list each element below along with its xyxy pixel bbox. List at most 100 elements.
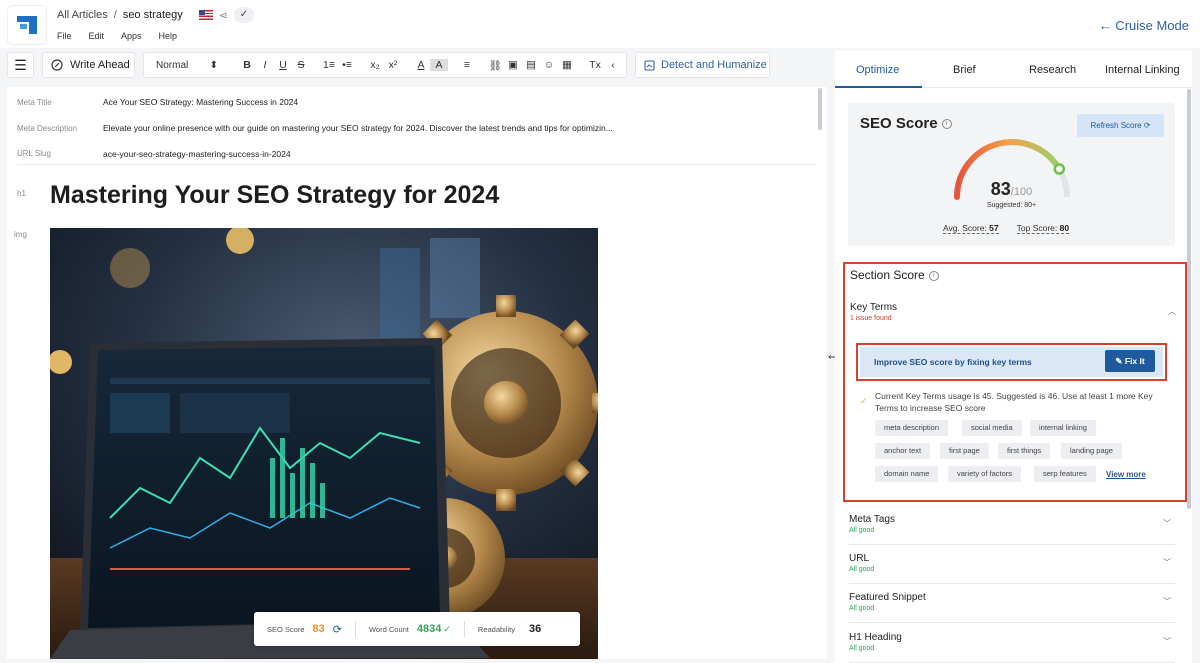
url-slug-field[interactable]: ace-your-seo-strategy-mastering-success-… — [103, 149, 291, 159]
accordion-status: All good — [849, 527, 875, 534]
meta-divider — [17, 164, 817, 165]
top-score-value: 80 — [1059, 223, 1070, 233]
top-score: Top Score: 80 — [1016, 223, 1070, 234]
bullet-list-icon[interactable]: •≡ — [338, 59, 356, 71]
accordion-status: All good — [849, 605, 875, 612]
table-icon[interactable]: ▦ — [558, 59, 576, 71]
key-term-chip[interactable]: first page — [940, 443, 989, 459]
select-arrow-icon: ⬍ — [209, 59, 218, 71]
breadcrumb-all-articles[interactable]: All Articles — [57, 9, 108, 21]
tab-research[interactable]: Research — [1029, 64, 1076, 76]
key-term-chip[interactable]: serp features — [1034, 466, 1096, 482]
key-terms-usage-text: Current Key Terms usage is 45. Suggested… — [875, 391, 1153, 413]
seo-score-heading: SEO Score — [860, 115, 938, 132]
menu-apps[interactable]: Apps — [121, 31, 142, 41]
chevron-down-icon[interactable]: ﹀ — [1163, 636, 1171, 647]
image-icon[interactable]: ▣ — [504, 59, 522, 71]
key-term-chip[interactable]: domain name — [875, 466, 939, 482]
img-block-tag: img — [14, 230, 27, 239]
seo-score-value: 83 — [312, 623, 325, 635]
menu-help[interactable]: Help — [159, 31, 178, 41]
check-icon[interactable]: ✓ — [233, 7, 254, 23]
key-term-chip[interactable]: meta description — [875, 420, 949, 436]
write-ahead-button[interactable]: Write Ahead — [42, 52, 135, 78]
info-icon[interactable]: i — [928, 270, 939, 281]
suggested-score: Suggested: 80+ — [986, 202, 1037, 209]
share-icon[interactable]: ⋖ — [219, 9, 228, 22]
meta-title-field[interactable]: Ace Your SEO Strategy: Mastering Success… — [103, 97, 298, 107]
collapse-icon[interactable]: ‹ — [604, 59, 622, 71]
editor-canvas[interactable]: Meta Title Ace Your SEO Strategy: Master… — [7, 87, 827, 659]
key-term-chip[interactable]: variety of factors — [948, 466, 1022, 482]
accordion-featured-snippet[interactable]: Featured Snippet All good ﹀ — [849, 584, 1175, 623]
accordion-title: Featured Snippet — [849, 592, 926, 603]
editor-scrollbar[interactable] — [818, 88, 822, 130]
tab-brief[interactable]: Brief — [953, 64, 976, 76]
pen-icon — [51, 59, 63, 71]
ordered-list-icon[interactable]: 1≡ — [320, 59, 338, 71]
key-term-chip[interactable]: landing page — [1061, 443, 1122, 459]
refresh-icon[interactable]: ⟳ — [333, 623, 342, 636]
avg-score-label: Avg. Score: — [943, 223, 987, 233]
chevron-up-icon[interactable]: ︿ — [1168, 306, 1176, 317]
strikethrough-icon[interactable]: S — [292, 59, 310, 71]
seo-score-card: SEO Score i Refresh Score ⟳ 83/100 Sugges… — [848, 103, 1175, 246]
accordion-meta-tags[interactable]: Meta Tags All good ﹀ — [849, 506, 1175, 545]
detect-label: Detect and Humanize — [661, 59, 767, 71]
underline-icon[interactable]: U — [274, 59, 292, 71]
format-toolbar: Normal ⬍ B I U S 1≡ •≡ x₂ x² A A ≡ ⛓ ▣ ▤… — [143, 52, 627, 78]
block-style-value: Normal — [156, 59, 189, 71]
menu-edit[interactable]: Edit — [89, 31, 105, 41]
view-more-link[interactable]: View more — [1106, 470, 1146, 479]
link-icon[interactable]: ⛓ — [486, 59, 504, 72]
logo-icon — [17, 16, 37, 34]
key-term-chip[interactable]: internal linking — [1030, 420, 1096, 436]
breadcrumb: All Articles / seo strategy ⋖ ✓ — [57, 7, 254, 23]
breadcrumb-separator: / — [113, 9, 117, 21]
hero-image[interactable] — [50, 228, 598, 659]
block-style-select[interactable]: Normal ⬍ — [156, 60, 224, 71]
chevron-down-icon[interactable]: ﹀ — [1163, 557, 1171, 568]
menu-bar: File Edit Apps Help — [57, 31, 177, 41]
tab-optimize[interactable]: Optimize — [856, 64, 899, 76]
info-icon[interactable]: i — [941, 119, 952, 130]
chevron-down-icon[interactable]: ﹀ — [1163, 518, 1171, 529]
accordion-url[interactable]: URL All good ﹀ — [849, 545, 1175, 584]
panel-scrollbar[interactable] — [1187, 89, 1191, 509]
cruise-mode-button[interactable]: ← Cruise Mode — [1099, 18, 1189, 33]
fix-it-button[interactable]: ✎ Fix It — [1105, 350, 1155, 372]
video-icon[interactable]: ▤ — [522, 59, 540, 71]
article-heading[interactable]: Mastering Your SEO Strategy for 2024 — [50, 181, 499, 210]
emoji-icon[interactable]: ☺ — [540, 59, 558, 71]
section-score-title: Section Score i — [850, 268, 939, 282]
accordion-title: Meta Tags — [849, 514, 895, 525]
key-term-chip[interactable]: anchor text — [875, 443, 931, 459]
clear-format-icon[interactable]: Tx — [586, 59, 604, 71]
us-flag-icon[interactable] — [198, 10, 213, 20]
meta-description-field[interactable]: Elevate your online presence with our gu… — [103, 123, 613, 133]
tab-internal-linking[interactable]: Internal Linking — [1105, 64, 1180, 76]
chevron-down-icon[interactable]: ﹀ — [1163, 596, 1171, 607]
seo-score-label: SEO Score — [267, 624, 305, 634]
key-term-chip[interactable]: social media — [962, 420, 1022, 436]
fix-key-terms-text: Improve SEO score by fixing key terms — [874, 357, 1032, 367]
magic-wand-icon: ✎ — [1115, 356, 1125, 366]
italic-icon[interactable]: I — [256, 59, 274, 71]
accordion-title: URL — [849, 553, 870, 564]
detect-humanize-button[interactable]: Detect and Humanize — [635, 52, 770, 78]
highlight-icon[interactable]: A — [430, 59, 448, 71]
subscript-icon[interactable]: x₂ — [366, 59, 384, 71]
outline-button[interactable]: ☰ — [7, 52, 34, 78]
section-score-heading: Section Score — [850, 268, 925, 282]
align-icon[interactable]: ≡ — [458, 59, 476, 71]
text-color-icon[interactable]: A — [412, 59, 430, 71]
accordion-h1-heading[interactable]: H1 Heading All good ﹀ — [849, 624, 1175, 663]
menu-file[interactable]: File — [57, 31, 72, 41]
key-terms-title[interactable]: Key Terms — [850, 302, 897, 313]
readability-stat: Readability 36 — [465, 623, 554, 635]
key-term-chip[interactable]: first things — [998, 443, 1051, 459]
bold-icon[interactable]: B — [238, 59, 256, 71]
refresh-score-button[interactable]: Refresh Score ⟳ — [1077, 114, 1164, 137]
superscript-icon[interactable]: x² — [384, 59, 402, 71]
app-logo[interactable] — [8, 6, 46, 44]
